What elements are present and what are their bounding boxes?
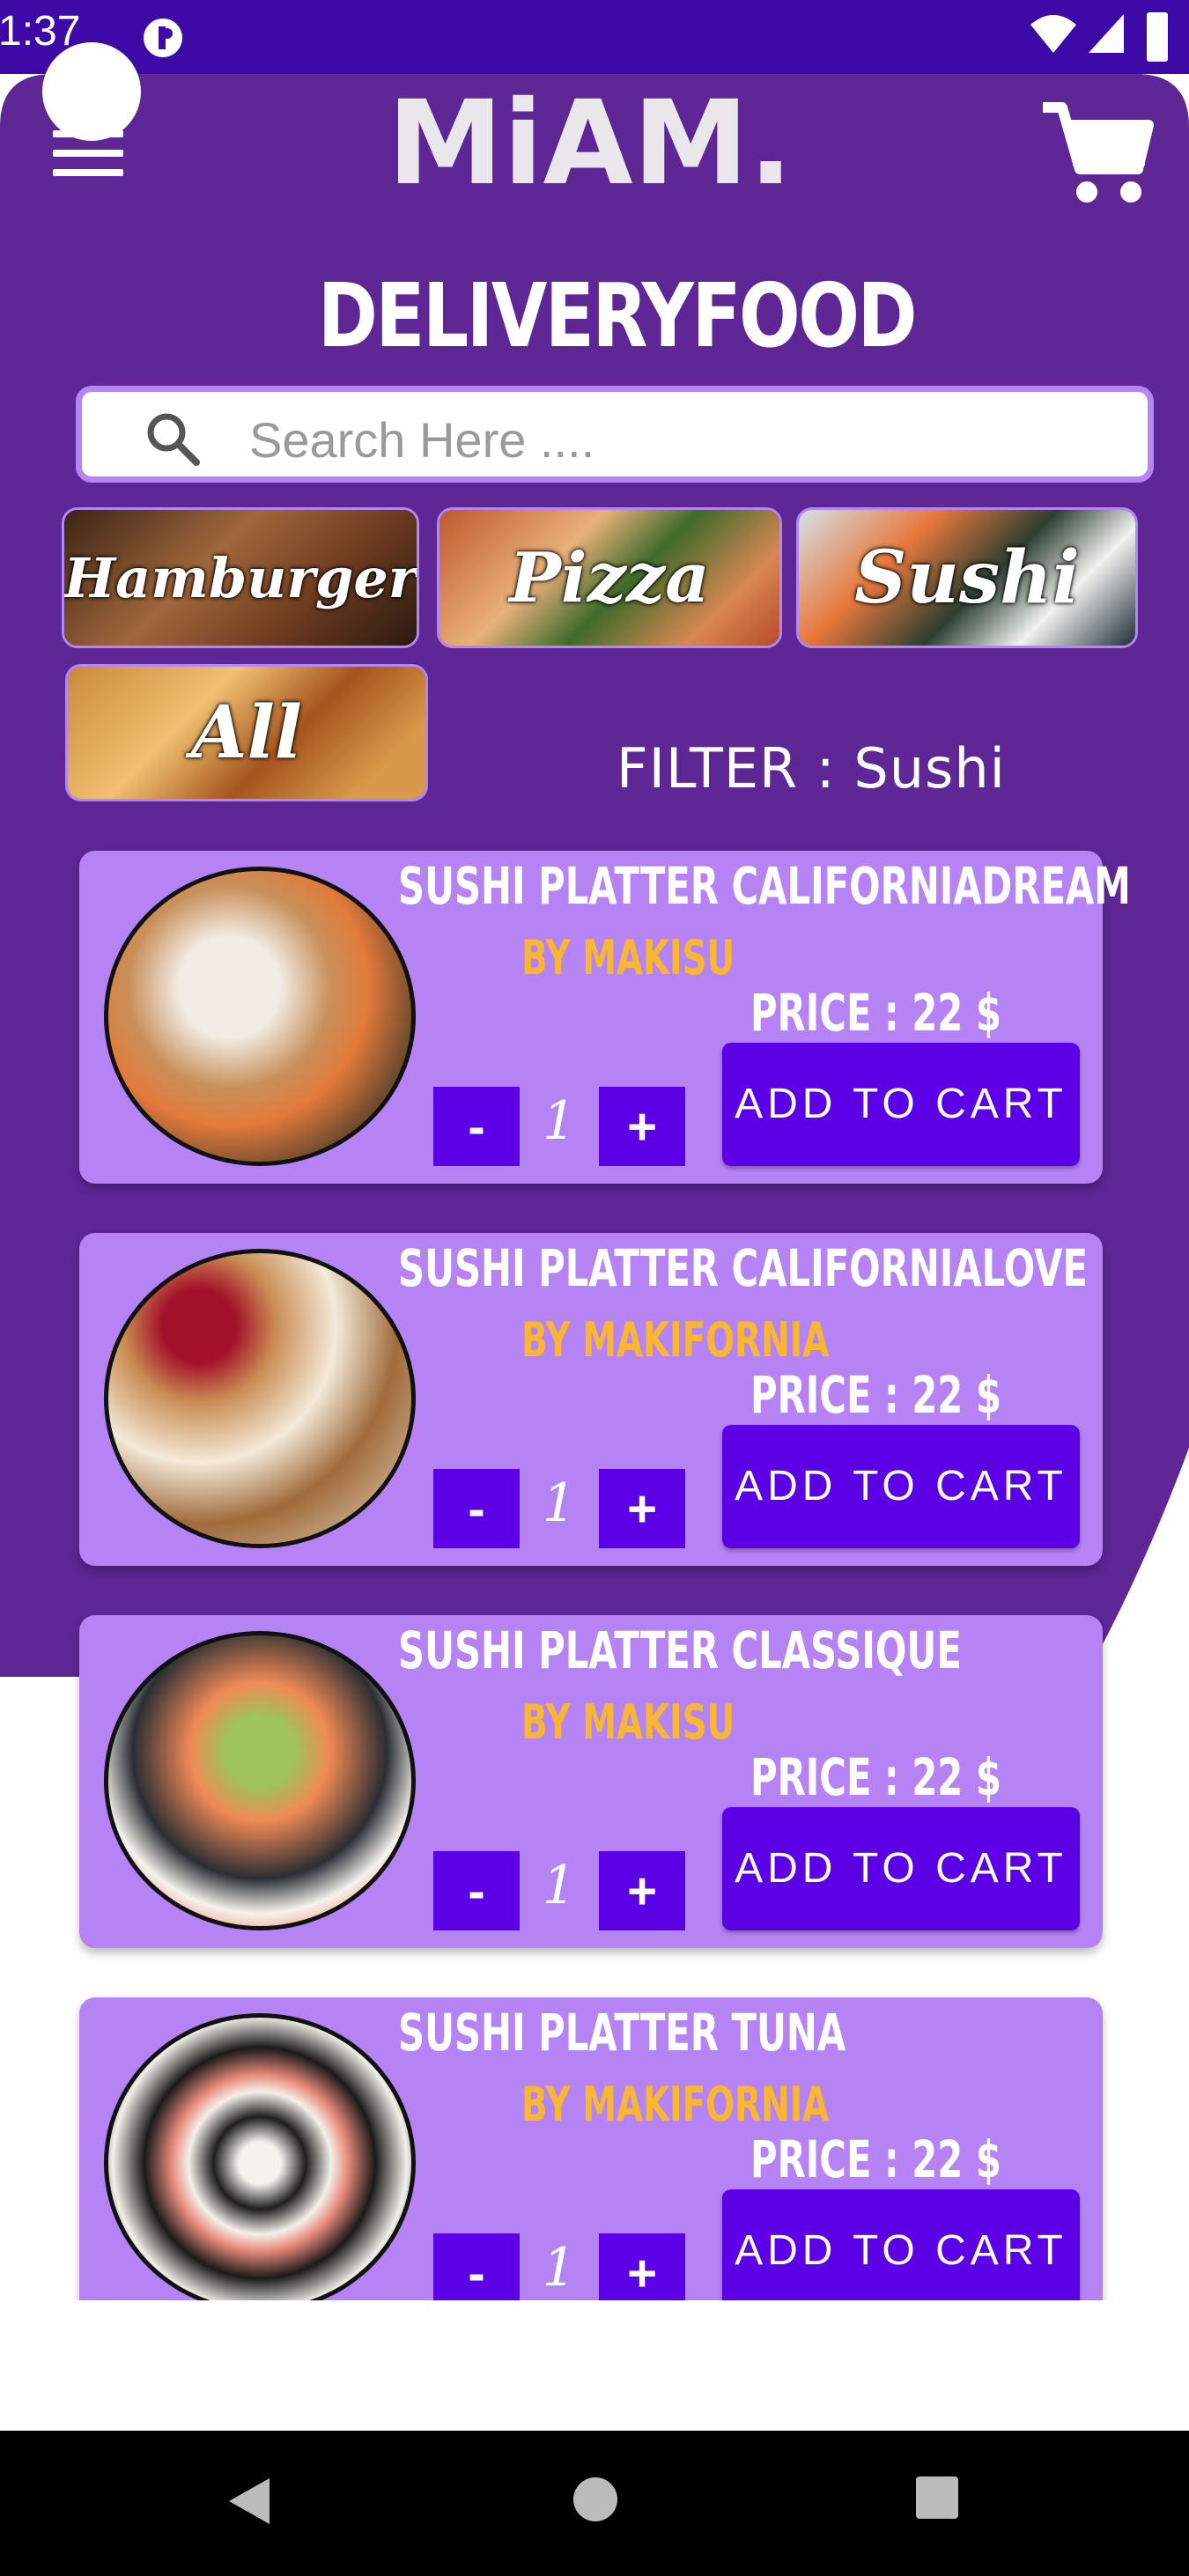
- product-maker: BY MAKIFORNIA: [521, 1312, 830, 1368]
- wifi-icon: [1030, 15, 1076, 53]
- logo-text: MiAM.: [388, 78, 793, 210]
- product-name: SUSHI PLATTER CLASSIQUE: [398, 1620, 962, 1680]
- app-logo: MiAM.: [388, 78, 793, 210]
- product-card: SUSHI PLATTER CLASSIQUE BY MAKISU PRICE …: [79, 1615, 1103, 1948]
- add-to-cart-button[interactable]: ADD TO CART: [722, 1807, 1080, 1930]
- system-nav-bar: [0, 2431, 1189, 2576]
- menu-button[interactable]: [53, 130, 129, 183]
- status-bar: 1:37: [0, 0, 1189, 74]
- list-clip-area: [0, 2300, 1189, 2431]
- product-name: SUSHI PLATTER CALIFORNIALOVE: [398, 1238, 1088, 1298]
- category-sushi[interactable]: Sushi: [796, 507, 1138, 648]
- add-to-cart-button[interactable]: ADD TO CART: [722, 2189, 1080, 2313]
- search-icon: [147, 413, 200, 466]
- category-all[interactable]: All: [65, 664, 428, 801]
- product-image: [104, 2013, 416, 2313]
- profile-avatar[interactable]: [42, 42, 141, 141]
- menu-icon: [53, 130, 123, 137]
- add-to-cart-button[interactable]: ADD TO CART: [722, 1425, 1080, 1548]
- product-card: SUSHI PLATTER CALIFORNIADREAM BY MAKISU …: [79, 851, 1131, 1184]
- search-bar[interactable]: Search Here ....: [76, 386, 1154, 483]
- product-maker: BY MAKISU: [521, 930, 735, 985]
- product-card: SUSHI PLATTER TUNA BY MAKIFORNIA PRICE :…: [79, 1997, 1103, 2330]
- search-input[interactable]: Search Here ....: [249, 411, 594, 469]
- brand-title: DELIVERYFOOD: [317, 264, 918, 367]
- increase-quantity-button[interactable]: +: [599, 1851, 685, 1930]
- category-label: Pizza: [509, 537, 710, 618]
- decrease-quantity-button[interactable]: -: [433, 1469, 520, 1548]
- category-hamburger[interactable]: Hamburger: [62, 507, 419, 648]
- cart-icon[interactable]: [1039, 97, 1154, 211]
- product-image: [104, 867, 416, 1166]
- add-to-cart-button[interactable]: ADD TO CART: [722, 1043, 1080, 1166]
- home-icon[interactable]: [571, 2475, 620, 2524]
- recents-icon[interactable]: [914, 2475, 960, 2521]
- increase-quantity-button[interactable]: +: [599, 1469, 685, 1548]
- product-maker: BY MAKISU: [521, 1694, 735, 1750]
- quantity-value: 1: [542, 1090, 577, 1152]
- signal-icon: [1089, 14, 1124, 53]
- category-label: Sushi: [854, 535, 1080, 620]
- decrease-quantity-button[interactable]: -: [433, 1087, 520, 1166]
- product-image: [104, 1631, 416, 1930]
- category-pizza[interactable]: Pizza: [437, 507, 782, 648]
- category-label: Hamburger: [63, 545, 417, 610]
- battery-icon: [1147, 12, 1168, 62]
- product-price: PRICE : 22 $: [750, 1747, 1001, 1807]
- decrease-quantity-button[interactable]: -: [433, 1851, 520, 1930]
- filter-label: FILTER : Sushi: [617, 736, 1006, 801]
- category-label: All: [191, 690, 302, 775]
- product-name: SUSHI PLATTER TUNA: [398, 2003, 846, 2063]
- product-price: PRICE : 22 $: [750, 1365, 1001, 1425]
- notification-icon: [144, 18, 182, 57]
- quantity-value: 1: [542, 2237, 577, 2299]
- product-name: SUSHI PLATTER CALIFORNIADREAM: [398, 856, 1131, 916]
- product-card: SUSHI PLATTER CALIFORNIALOVE BY MAKIFORN…: [79, 1233, 1103, 1566]
- increase-quantity-button[interactable]: +: [599, 1087, 685, 1166]
- back-icon[interactable]: [225, 2475, 273, 2528]
- quantity-value: 1: [542, 1473, 577, 1534]
- product-maker: BY MAKIFORNIA: [521, 2077, 830, 2132]
- quantity-value: 1: [542, 1855, 577, 1916]
- product-price: PRICE : 22 $: [750, 2129, 1001, 2189]
- product-price: PRICE : 22 $: [750, 983, 1001, 1043]
- product-image: [104, 1249, 416, 1548]
